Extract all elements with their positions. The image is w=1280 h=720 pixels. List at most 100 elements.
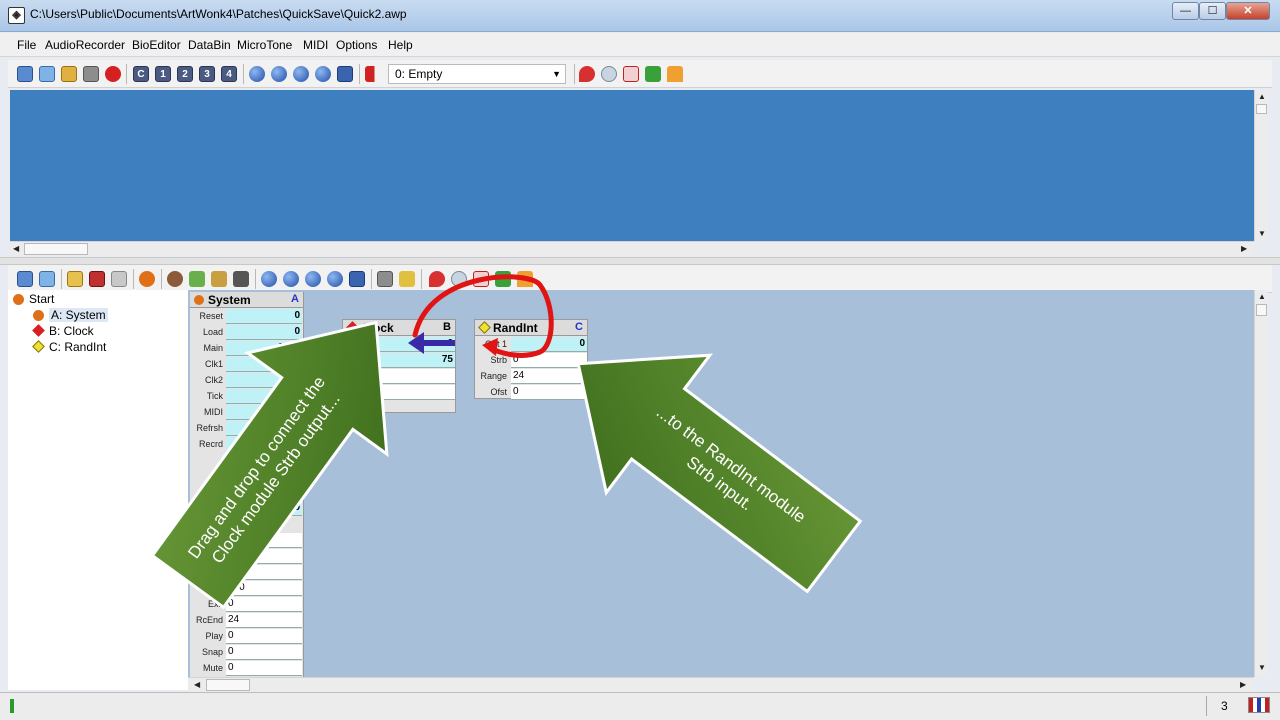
menu-file[interactable]: File [17,38,36,52]
lock-icon[interactable] [61,66,77,82]
menu-midi[interactable]: MIDI [303,38,328,52]
play-icon[interactable] [283,271,299,287]
pin-icon[interactable] [429,271,445,287]
stop-icon[interactable] [293,66,309,82]
camera-icon[interactable] [377,271,393,287]
scroll-thumb[interactable] [24,243,88,255]
scroll-thumb[interactable] [1256,304,1267,316]
param-value[interactable]: 200 [226,581,302,596]
window-icon[interactable] [17,66,33,82]
upper-canvas[interactable] [10,90,1254,241]
stop-icon[interactable] [305,271,321,287]
scroll-down-icon[interactable]: ▼ [1258,663,1266,672]
param-value[interactable]: 24 [226,613,302,628]
record-icon[interactable] [105,66,121,82]
window-icon[interactable] [17,271,33,287]
delete-icon[interactable] [623,66,639,82]
param-value[interactable]: 0 [226,597,302,612]
delete-icon[interactable] [473,271,489,287]
param-value[interactable] [226,437,302,452]
preset-select[interactable]: 0: Empty ▼ [388,64,566,84]
pin-icon[interactable] [579,66,595,82]
grid-icon[interactable] [211,271,227,287]
ofst-field[interactable]: 0 [511,385,587,400]
param-value[interactable] [226,421,302,436]
pause-icon[interactable] [349,271,365,287]
scroll-thumb[interactable] [1256,104,1267,114]
scroll-up-icon[interactable]: ▲ [1258,292,1266,301]
menu-help[interactable]: Help [388,38,413,52]
home-icon[interactable] [667,66,683,82]
scroll-down-icon[interactable]: ▼ [1258,229,1266,238]
strb-output-field[interactable]: 0 [379,337,455,352]
flag-icon[interactable] [365,66,381,82]
monitor-icon[interactable] [39,66,55,82]
param-value[interactable]: 0 [226,325,302,340]
param-value[interactable]: 100 [226,565,302,580]
param-value[interactable]: 0 [226,501,302,516]
param-value[interactable]: 0 [226,533,302,548]
tree-item-system[interactable]: A: System [49,308,108,322]
clock-module[interactable]: Clock B Strb 0 Chg 75 [342,319,456,413]
scroll-left-icon[interactable]: ◀ [194,680,200,689]
save-icon[interactable] [89,271,105,287]
randint-module[interactable]: RandInt C Out 1 0 Strb 0 Range 24 Ofst 0 [474,319,588,400]
randint-module-header[interactable]: RandInt C [475,320,587,336]
loop-icon[interactable] [261,271,277,287]
param-value[interactable]: 75 [379,353,455,368]
param-value[interactable]: 0 [226,661,302,676]
module-add-icon[interactable] [189,271,205,287]
param-value[interactable]: 0 [226,485,302,500]
scroll-left-icon[interactable]: ◀ [13,244,19,253]
param-value[interactable] [226,405,302,420]
clapper-icon[interactable] [233,271,249,287]
arrow-icon[interactable] [645,66,661,82]
folder-open-icon[interactable] [67,271,83,287]
menu-options[interactable]: Options [336,38,377,52]
monitor-icon[interactable] [39,271,55,287]
menu-microtone[interactable]: MicroTone [237,38,292,52]
param-value[interactable] [379,369,455,384]
param-value[interactable]: 20 [226,549,302,564]
canvas-horizontal-scrollbar[interactable]: ◀ ▶ [188,677,1254,692]
record-icon[interactable] [139,271,155,287]
param-value[interactable]: 0 [226,309,302,324]
scroll-right-icon[interactable]: ▶ [1241,244,1247,253]
pane-splitter[interactable] [0,257,1280,265]
out-1-field[interactable]: 0 [511,337,587,352]
scroll-up-icon[interactable]: ▲ [1258,92,1266,101]
minimize-button[interactable]: — [1172,2,1199,20]
menu-audiorecorder[interactable]: AudioRecorder [45,38,125,52]
preset-c-button[interactable]: C [133,66,149,82]
zoom-icon[interactable] [601,66,617,82]
arrow-icon[interactable] [495,271,511,287]
tree-item-randint[interactable]: C: RandInt [49,340,106,354]
scroll-thumb[interactable] [206,679,250,691]
param-value[interactable]: 0 [226,629,302,644]
strb-input-field[interactable]: 0 [511,353,587,368]
zoom-icon[interactable] [451,271,467,287]
param-value[interactable]: 181 [226,373,302,388]
param-value[interactable] [379,385,455,400]
pause-icon[interactable] [337,66,353,82]
preset-2-button[interactable]: 2 [177,66,193,82]
clock-module-header[interactable]: Clock B [343,320,455,336]
save-as-icon[interactable] [111,271,127,287]
upper-vertical-scrollbar[interactable]: ▲ ▼ [1254,90,1268,241]
play-icon[interactable] [271,66,287,82]
tree-item-start[interactable]: Start [29,292,54,306]
range-field[interactable]: 24 [511,369,587,384]
preset-4-button[interactable]: 4 [221,66,237,82]
camera-icon[interactable] [83,66,99,82]
bug-icon[interactable] [167,271,183,287]
loop-icon[interactable] [249,66,265,82]
param-value[interactable]: 1816 [226,341,302,356]
param-value[interactable] [226,389,302,404]
tree-item-clock[interactable]: B: Clock [49,324,94,338]
app-icon[interactable]: ◈ [8,7,25,24]
param-value[interactable]: 364 [226,357,302,372]
param-value[interactable]: 0 [226,645,302,660]
preset-1-button[interactable]: 1 [155,66,171,82]
menu-databin[interactable]: DataBin [188,38,231,52]
menu-bioeditor[interactable]: BioEditor [132,38,181,52]
